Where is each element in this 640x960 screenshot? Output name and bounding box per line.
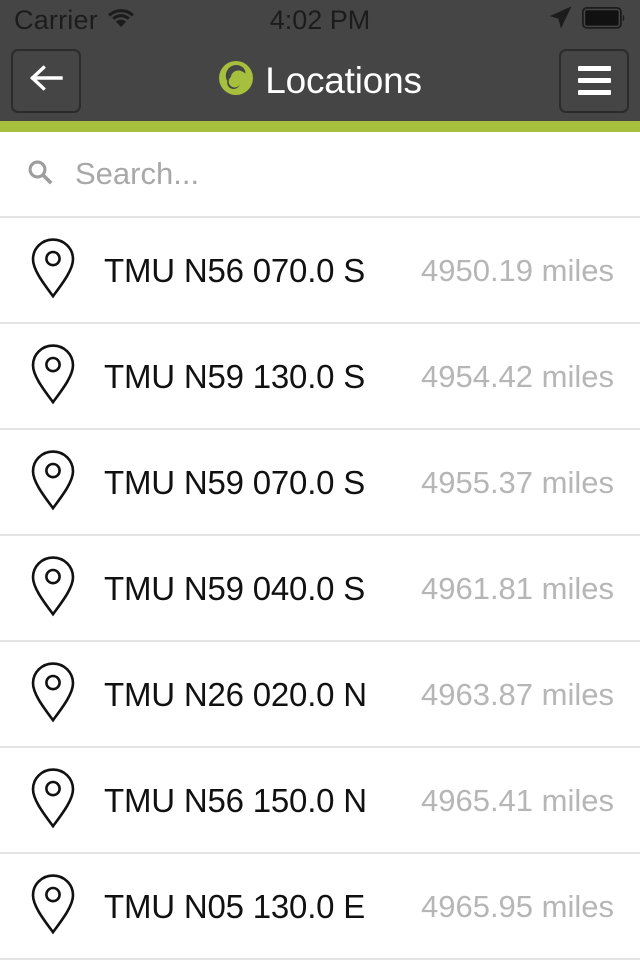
location-distance: 4954.42 miles xyxy=(420,358,614,394)
app-logo-icon xyxy=(218,60,254,101)
status-bar: Carrier 4:02 PM xyxy=(0,0,640,40)
location-distance: 4963.87 miles xyxy=(420,676,614,712)
map-pin-icon xyxy=(30,873,76,940)
search-bar[interactable] xyxy=(0,132,640,218)
list-item[interactable]: TMU N59 040.0 S 4961.81 miles xyxy=(0,536,640,642)
location-distance: 4965.95 miles xyxy=(420,888,614,924)
back-arrow-icon xyxy=(28,64,64,97)
carrier-label: Carrier xyxy=(14,4,98,35)
status-bar-left: Carrier xyxy=(14,4,134,35)
location-name: TMU N05 130.0 E xyxy=(104,887,366,925)
map-pin-icon xyxy=(30,661,76,728)
list-item[interactable]: TMU N05 130.0 E 4965.95 miles xyxy=(0,854,640,960)
nav-bar: Locations xyxy=(0,40,640,121)
location-name: TMU N56 150.0 N xyxy=(104,781,367,819)
nav-title-group: Locations xyxy=(0,60,640,101)
location-name: TMU N59 130.0 S xyxy=(104,357,366,395)
location-distance: 4950.19 miles xyxy=(420,252,614,288)
map-pin-icon xyxy=(30,767,76,834)
location-distance: 4965.41 miles xyxy=(420,782,614,818)
list-item[interactable]: TMU N56 070.0 S 4950.19 miles xyxy=(0,218,640,324)
search-input[interactable] xyxy=(75,132,614,216)
locations-list[interactable]: TMU N56 070.0 S 4950.19 miles TMU N59 130.… xyxy=(0,218,640,960)
list-item[interactable]: TMU N59 070.0 S 4955.37 miles xyxy=(0,430,640,536)
wifi-icon xyxy=(108,8,134,32)
map-pin-icon xyxy=(30,449,76,516)
clock-label: 4:02 PM xyxy=(269,4,371,35)
page-title: Locations xyxy=(265,60,422,101)
map-pin-icon xyxy=(30,555,76,622)
map-pin-icon xyxy=(30,237,76,304)
location-name: TMU N59 070.0 S xyxy=(104,463,366,501)
search-icon xyxy=(26,158,54,191)
menu-button[interactable] xyxy=(559,48,629,113)
list-item[interactable]: TMU N56 150.0 N 4965.41 miles xyxy=(0,748,640,854)
locations-screen: Carrier 4:02 PM Locations Search... TMU … xyxy=(0,0,640,960)
list-item[interactable]: TMU N59 130.0 S 4954.42 miles xyxy=(0,324,640,430)
battery-full-icon xyxy=(581,6,626,34)
location-distance: 4955.37 miles xyxy=(420,464,614,500)
accent-bar xyxy=(0,121,640,132)
list-item[interactable]: TMU N26 020.0 N 4963.87 miles xyxy=(0,642,640,748)
map-pin-icon xyxy=(30,343,76,410)
location-arrow-icon xyxy=(548,5,573,35)
location-name: TMU N26 020.0 N xyxy=(104,675,367,713)
location-name: TMU N59 040.0 S xyxy=(104,569,366,607)
location-name: TMU N56 070.0 S xyxy=(104,251,366,289)
hamburger-menu-icon xyxy=(577,66,611,95)
location-distance: 4961.81 miles xyxy=(420,570,614,606)
back-button[interactable] xyxy=(11,48,81,113)
status-bar-right xyxy=(548,5,626,35)
